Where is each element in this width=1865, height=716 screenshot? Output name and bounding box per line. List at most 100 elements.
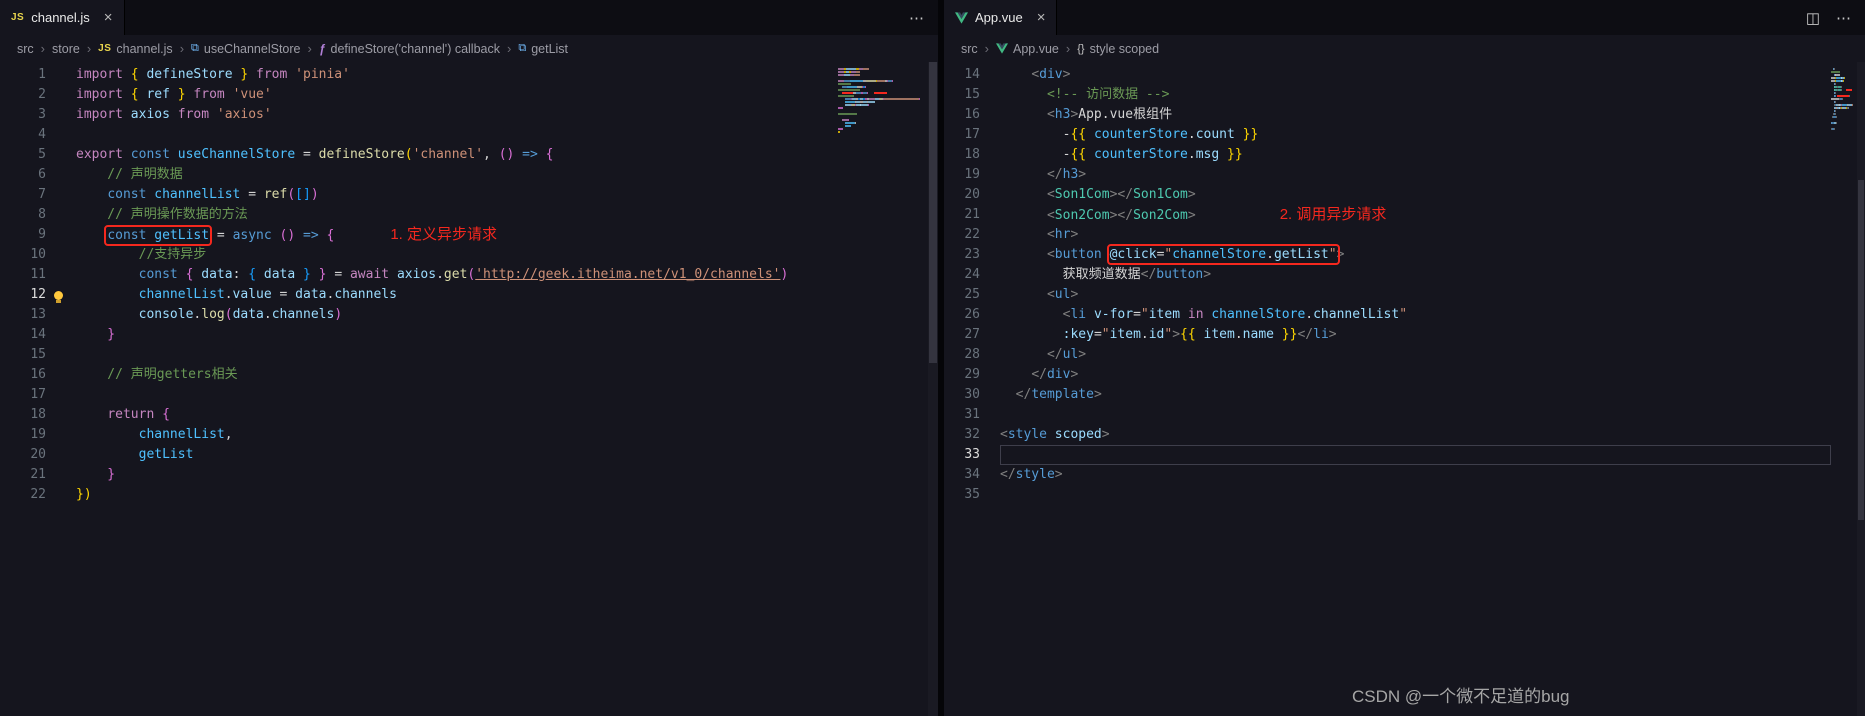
line-number: 23	[964, 247, 980, 262]
breadcrumb-item[interactable]: JS channel.js	[98, 42, 173, 56]
symbol-icon: ⧉	[518, 42, 527, 54]
scrollbar-thumb[interactable]	[929, 62, 937, 363]
tab-label: App.vue	[975, 10, 1023, 25]
code-line[interactable]: 26 <li v-for="item in channelStore.chann…	[944, 305, 1831, 325]
code-line[interactable]: 17 -{{ counterStore.count }}	[944, 125, 1831, 145]
breadcrumb-item[interactable]: ⧉ useChannelStore	[191, 42, 300, 56]
split-editor-icon[interactable]: ◫	[1806, 9, 1820, 27]
code-line[interactable]: 10 //支持异步	[0, 245, 838, 265]
line-number: 17	[964, 127, 980, 142]
more-actions-icon[interactable]: ⋯	[909, 9, 924, 27]
breadcrumb-item[interactable]: {} style scoped	[1077, 42, 1159, 56]
breadcrumb-separator: ›	[40, 41, 46, 56]
code-line[interactable]: 6 // 声明数据	[0, 165, 838, 185]
code-line[interactable]: 16 <h3>App.vue根组件	[944, 105, 1831, 125]
scrollbar-thumb[interactable]	[1858, 179, 1864, 520]
code-line[interactable]: 25 <ul>	[944, 285, 1831, 305]
code-area[interactable]: 14 <div> 15 <!-- 访问数据 --> 16 <h3>App.vue根组…	[944, 62, 1831, 716]
tab-app-vue[interactable]: App.vue ×	[944, 0, 1058, 35]
line-number: 13	[30, 307, 46, 322]
code-line[interactable]: 32 <style scoped>	[944, 425, 1831, 445]
code-line[interactable]: 3 import axios from 'axios'	[0, 105, 838, 125]
code-line[interactable]: 31	[944, 405, 1831, 425]
code-line[interactable]: 5 export const useChannelStore = defineSt…	[0, 145, 838, 165]
line-number: 21	[30, 467, 46, 482]
code-line[interactable]: 20 <Son1Com></Son1Com>	[944, 185, 1831, 205]
watermark: CSDN @一个微不足道的bug	[1352, 687, 1570, 706]
breadcrumb-item[interactable]: src	[17, 42, 34, 56]
code-line[interactable]: 14 }	[0, 325, 838, 345]
code-line[interactable]: 1 import { defineStore } from 'pinia'	[0, 65, 838, 85]
code-line[interactable]: 23 <button @click="channelStore.getList"…	[944, 244, 1831, 265]
code-line[interactable]: 21 <Son2Com></Son2Com> 2. 调用异步请求	[944, 205, 1831, 225]
braces-symbol-icon: {}	[1077, 42, 1085, 55]
minimap[interactable]	[1831, 62, 1857, 716]
code-editor-left[interactable]: 1 import { defineStore } from 'pinia' 2 imp…	[0, 62, 938, 716]
line-number: 22	[964, 227, 980, 242]
line-number: 18	[30, 407, 46, 422]
scrollbar[interactable]	[928, 62, 938, 716]
line-number: 26	[964, 307, 980, 322]
breadcrumb-separator: ›	[179, 41, 185, 56]
code-line[interactable]: 14 <div>	[944, 65, 1831, 85]
code-line[interactable]: 22})	[0, 485, 838, 505]
code-line[interactable]: 15	[0, 345, 838, 365]
line-number: 2	[38, 87, 46, 102]
line-number: 11	[30, 267, 46, 282]
code-line[interactable]: 18 -{{ counterStore.msg }}	[944, 145, 1831, 165]
code-line[interactable]: 11 const { data: { data } } = await axio…	[0, 265, 838, 285]
code-area[interactable]: 1 import { defineStore } from 'pinia' 2 imp…	[0, 62, 838, 716]
code-line[interactable]: 2 import { ref } from 'vue'	[0, 85, 838, 105]
code-line[interactable]: 4	[0, 125, 838, 145]
line-number: 19	[30, 427, 46, 442]
code-line[interactable]: 17	[0, 385, 838, 405]
code-line[interactable]: 33	[944, 445, 1831, 465]
code-line[interactable]: 18 return {	[0, 405, 838, 425]
code-line[interactable]: 19 </h3>	[944, 165, 1831, 185]
code-line[interactable]: 20 getList	[0, 445, 838, 465]
breadcrumb-item[interactable]: src	[961, 42, 978, 56]
code-line[interactable]: 15 <!-- 访问数据 -->	[944, 85, 1831, 105]
scrollbar[interactable]	[1857, 62, 1865, 716]
line-number: 15	[30, 347, 46, 362]
code-editor-right[interactable]: 14 <div> 15 <!-- 访问数据 --> 16 <h3>App.vue根组…	[944, 62, 1865, 716]
close-icon[interactable]: ×	[104, 10, 113, 25]
code-line[interactable]: 9 const getList = async () => {1. 定义异步请求	[0, 225, 838, 246]
javascript-file-icon: JS	[98, 43, 112, 54]
code-line[interactable]: 30 </template>	[944, 385, 1831, 405]
line-number: 12	[30, 287, 46, 302]
code-line[interactable]: 19 channelList,	[0, 425, 838, 445]
code-line[interactable]: 13 console.log(data.channels)	[0, 305, 838, 325]
breadcrumb: src › store › JS channel.js › ⧉ useChannelStore ›…	[0, 35, 938, 62]
editor-group-right: App.vue × ◫ ⋯ src › App.vue › {} style scoped…	[944, 0, 1865, 716]
close-icon[interactable]: ×	[1037, 10, 1046, 25]
tab-bar-right: App.vue × ◫ ⋯	[944, 0, 1865, 35]
line-number: 30	[964, 387, 980, 402]
line-number: 27	[964, 327, 980, 342]
code-line[interactable]: 12 channelList.value = data.channels	[0, 285, 838, 305]
breadcrumb-item[interactable]: App.vue	[996, 42, 1059, 56]
more-actions-icon[interactable]: ⋯	[1836, 9, 1851, 27]
code-line[interactable]: 29 </div>	[944, 365, 1831, 385]
tab-channel-js[interactable]: JS channel.js ×	[0, 0, 125, 35]
code-line[interactable]: 34 </style>	[944, 465, 1831, 485]
breadcrumb: src › App.vue › {} style scoped	[944, 35, 1865, 62]
lightbulb-icon[interactable]	[54, 290, 63, 303]
code-line[interactable]: 8 // 声明操作数据的方法	[0, 205, 838, 225]
code-line[interactable]: 21 }	[0, 465, 838, 485]
code-line[interactable]: 35	[944, 485, 1831, 505]
minimap[interactable]	[838, 62, 928, 716]
code-line[interactable]: 28 </ul>	[944, 345, 1831, 365]
breadcrumb-item[interactable]: store	[52, 42, 80, 56]
line-number: 28	[964, 347, 980, 362]
breadcrumb-item[interactable]: ƒ defineStore('channel') callback	[319, 42, 500, 56]
code-line[interactable]: 22 <hr>	[944, 225, 1831, 245]
code-line[interactable]: 16 // 声明getters相关	[0, 365, 838, 385]
line-number: 16	[30, 367, 46, 382]
line-number: 22	[30, 487, 46, 502]
code-line[interactable]: 7 const channelList = ref([])	[0, 185, 838, 205]
code-line[interactable]: 27 :key="item.id">{{ item.name }}</li>	[944, 325, 1831, 345]
annotation-box: @click="channelStore.getList"	[1106, 244, 1340, 265]
breadcrumb-item[interactable]: ⧉ getList	[518, 42, 568, 56]
code-line[interactable]: 24 获取频道数据</button>	[944, 265, 1831, 285]
